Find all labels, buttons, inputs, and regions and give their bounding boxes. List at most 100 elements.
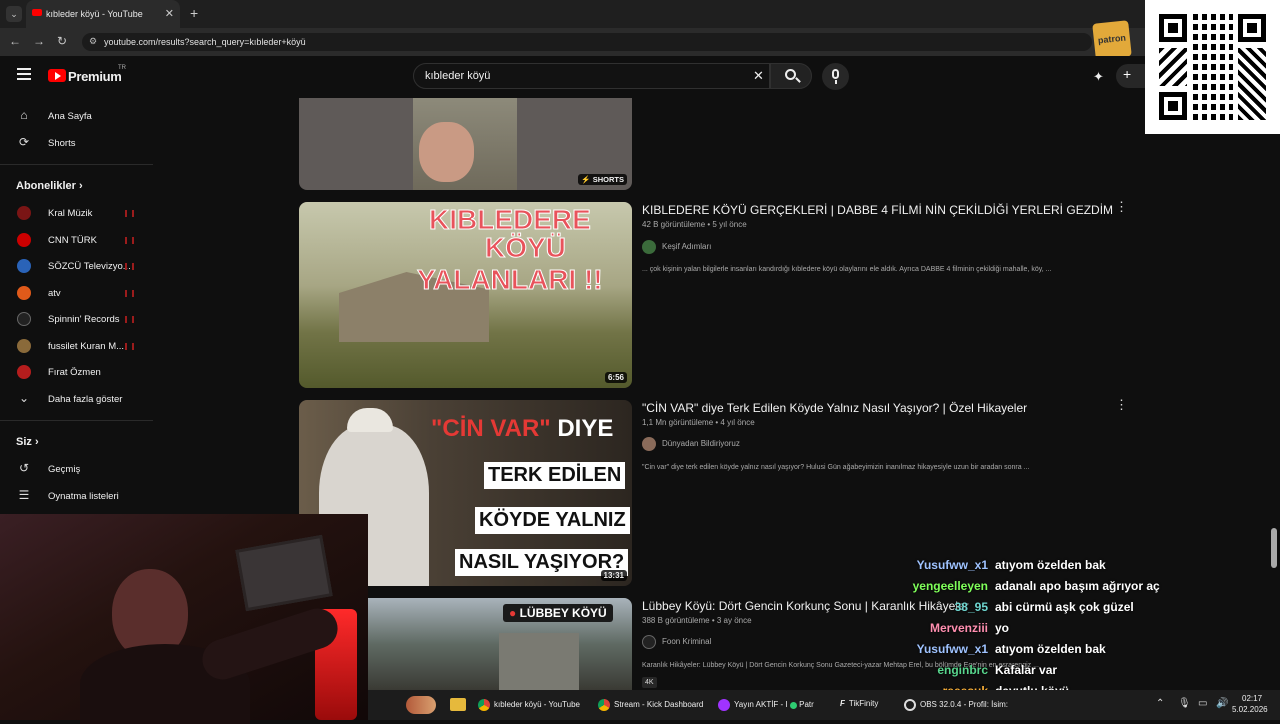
video-title[interactable]: KIBLEDERE KÖYÜ GERÇEKLERİ | DABBE 4 FİLM… — [642, 203, 1113, 217]
sidebar-item-label: Shorts — [48, 138, 76, 149]
chat-text: adanalı apo başım ağrıyor aç — [995, 579, 1160, 593]
taskbar-item-tikfinity[interactable]: F TikFinity — [840, 699, 878, 708]
status-dot-icon — [789, 701, 797, 709]
sidebar-item-label: atv — [48, 288, 61, 299]
sidebar-item-label: Daha fazla göster — [48, 394, 123, 405]
sidebar-item-label: CNN TÜRK — [48, 235, 97, 246]
video-channel[interactable]: Foon Kriminal — [642, 635, 711, 649]
sidebar-item-shorts[interactable]: ⟳ Shorts — [0, 130, 153, 156]
new-tab-button[interactable]: + — [190, 5, 198, 21]
sidebar-sub-fussilet[interactable]: fussilet Kuran M... — [0, 333, 153, 359]
tab-close-icon[interactable]: ✕ — [165, 7, 174, 20]
sidebar-item-playlists[interactable]: ☰ Oynatma listeleri — [0, 483, 153, 509]
channel-avatar — [642, 240, 656, 254]
live-indicator-icon — [125, 343, 134, 350]
sidebar-sub-atv[interactable]: atv — [0, 280, 153, 306]
more-options-icon[interactable]: ⋮ — [1115, 199, 1128, 215]
thumbnail-text: "CİN VAR" — [431, 415, 551, 442]
taskbar-thumbnail-icon[interactable] — [406, 696, 436, 714]
thumbnail-text: YALANLARI !! — [417, 264, 604, 296]
thumbnail-text: ● LÜBBEY KÖYÜ — [503, 604, 613, 622]
chevron-right-icon: › — [78, 180, 83, 192]
thumbnail-text: DIYE — [557, 415, 614, 442]
video-duration: 6:56 — [604, 372, 627, 383]
you-heading[interactable]: Siz › — [16, 436, 39, 448]
live-indicator-icon — [125, 237, 134, 244]
sidebar-show-more[interactable]: ⌄ Daha fazla göster — [0, 386, 153, 412]
chrome-icon — [478, 699, 490, 711]
sidebar-sub-sozcu[interactable]: SÖZCÜ Televizyo... — [0, 253, 153, 279]
back-arrow-icon[interactable]: ← — [9, 34, 21, 48]
menu-hamburger-icon[interactable] — [17, 68, 31, 80]
display-tray-icon[interactable]: ▭ — [1198, 698, 1207, 709]
browser-tab-bar: ⌄ kıbleder köyü - YouTube ✕ + — [0, 0, 1280, 28]
sidebar-item-label: Fırat Özmen — [48, 367, 101, 378]
page-scrollbar[interactable] — [1271, 528, 1277, 568]
video-meta: 42 B görüntüleme • 5 yıl önce — [642, 220, 747, 229]
tab-list-chevron-icon[interactable]: ⌄ — [6, 6, 22, 22]
channel-avatar — [642, 635, 656, 649]
home-icon: ⌂ — [20, 108, 28, 122]
clear-search-icon[interactable]: ✕ — [753, 68, 764, 84]
taskbar-item-obs[interactable]: OBS 32.0.4 - Profil: İsim: — [904, 699, 1008, 711]
browser-tab-active[interactable]: kıbleder köyü - YouTube ✕ — [26, 0, 180, 28]
video-channel[interactable]: Dünyadan Bildiriyoruz — [642, 437, 740, 451]
sidebar-item-label: SÖZCÜ Televizyo... — [48, 261, 131, 272]
video-title[interactable]: "CİN VAR" diye Terk Edilen Köyde Yalnız … — [642, 401, 1027, 415]
taskbar-item-messenger[interactable]: Yayın AKTİF - I Patr — [718, 699, 814, 711]
sidebar-sub-firat-ozmen[interactable]: Fırat Özmen — [0, 359, 153, 385]
shorts-thumbnail[interactable]: ⚡ SHORTS — [299, 98, 632, 190]
microphone-icon — [832, 69, 839, 79]
sidebar-sub-spinnin[interactable]: Spinnin' Records — [0, 306, 153, 332]
volume-tray-icon[interactable]: 🔊 — [1216, 698, 1228, 709]
video-channel[interactable]: Keşif Adımları — [642, 240, 711, 254]
forward-arrow-icon[interactable]: → — [33, 34, 45, 48]
location-pin-icon: ● — [509, 606, 517, 620]
chat-username: yengeelleyen — [912, 579, 988, 593]
taskbar-item-chrome-kick[interactable]: Stream - Kick Dashboard — [598, 699, 703, 711]
live-indicator-icon — [125, 263, 134, 270]
video-meta: 1,1 Mn görüntüleme • 4 yıl önce — [642, 418, 755, 427]
thumbnail-text: KÖYDE YALNIZ — [475, 507, 630, 534]
chat-username: Yusufww_x1 — [916, 642, 988, 656]
system-tray-chevron-icon[interactable]: ⌃ — [1156, 698, 1164, 709]
sidebar-item-history[interactable]: ↺ Geçmiş — [0, 456, 153, 482]
taskbar-item-chrome-youtube[interactable]: kıbleder köyü - YouTube — [478, 699, 580, 711]
more-options-icon[interactable]: ⋮ — [1115, 397, 1128, 413]
sidebar-divider — [0, 420, 153, 421]
channel-name: Dünyadan Bildiriyoruz — [662, 439, 740, 449]
channel-avatar — [17, 286, 31, 300]
search-button[interactable] — [770, 63, 812, 89]
messenger-icon — [718, 699, 730, 711]
clock-time[interactable]: 02:17 — [1242, 694, 1262, 703]
sidebar: ⌂ Ana Sayfa ⟳ Shorts Abonelikler › Kral … — [0, 98, 153, 518]
country-code: TR — [118, 65, 126, 71]
site-info-icon[interactable]: ⚙ — [89, 36, 97, 47]
reload-icon[interactable]: ↻ — [57, 34, 67, 48]
sidebar-item-home[interactable]: ⌂ Ana Sayfa — [0, 103, 153, 129]
voice-search-button[interactable] — [822, 63, 849, 90]
chat-text: atıyom özelden bak — [995, 642, 1106, 656]
webcam-overlay — [0, 514, 368, 724]
video-thumbnail[interactable]: KIBLEDERE KÖYÜ YALANLARI !! 6:56 — [299, 202, 632, 388]
video-duration: 13:31 — [600, 570, 627, 581]
chat-username: Yusufww_x1 — [916, 558, 988, 572]
create-icon[interactable]: ✦ — [1093, 69, 1104, 85]
obs-icon — [904, 699, 916, 711]
clock-date[interactable]: 5.02.2026 — [1232, 705, 1268, 714]
address-bar[interactable]: ⚙ youtube.com/results?search_query=kıble… — [82, 33, 1092, 51]
chat-username: 38_95 — [954, 600, 988, 614]
channel-avatar — [17, 339, 31, 353]
patron-logo: patron — [1092, 20, 1132, 60]
microphone-tray-icon[interactable]: 🎙 — [1178, 698, 1191, 709]
youtube-premium-label: Premium — [68, 69, 122, 84]
sidebar-item-label: Geçmiş — [48, 464, 81, 475]
search-input[interactable]: kıbleder köyü ✕ — [413, 63, 770, 89]
channel-avatar — [17, 365, 31, 379]
sidebar-sub-cnn-turk[interactable]: CNN TÜRK — [0, 227, 153, 253]
sidebar-sub-kral-muzik[interactable]: Kral Müzik — [0, 200, 153, 226]
subscriptions-heading[interactable]: Abonelikler › — [16, 180, 83, 192]
chrome-icon — [598, 699, 610, 711]
video-meta: 388 B görüntüleme • 3 ay önce — [642, 616, 752, 625]
file-explorer-icon[interactable] — [450, 698, 466, 711]
